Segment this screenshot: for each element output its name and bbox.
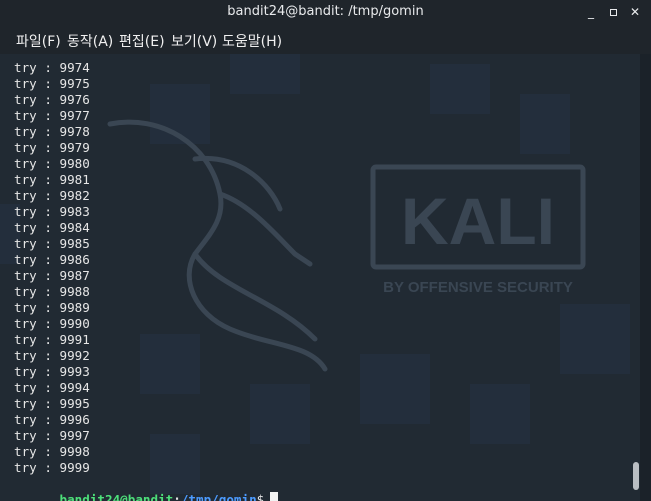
terminal-output[interactable]: KALI BY OFFENSIVE SECURITY try : 9974 try… bbox=[0, 54, 651, 501]
output-lines: try : 9974 try : 9975 try : 9976 try : 9977… bbox=[14, 60, 90, 476]
scroll-track[interactable] bbox=[640, 54, 651, 501]
scrollbar-thumb[interactable] bbox=[633, 462, 639, 490]
wallpaper-tile bbox=[520, 94, 570, 154]
minimize-button[interactable]: _ bbox=[580, 0, 602, 24]
wallpaper-tile bbox=[360, 354, 430, 424]
menu-edit[interactable]: 편집(E) bbox=[119, 31, 165, 51]
output-line: try : 9986 bbox=[14, 252, 90, 267]
wallpaper-tile bbox=[430, 64, 490, 114]
wallpaper-tile bbox=[250, 384, 310, 444]
prompt-colon: : bbox=[173, 492, 181, 501]
output-line: try : 9987 bbox=[14, 268, 90, 283]
prompt-user-host: bandit24@bandit bbox=[59, 492, 174, 501]
output-line: try : 9981 bbox=[14, 172, 90, 187]
menu-file[interactable]: 파일(F) bbox=[16, 31, 61, 51]
kali-logo: KALI BY OFFENSIVE SECURITY bbox=[370, 164, 586, 296]
output-line: try : 9974 bbox=[14, 60, 90, 75]
output-line: try : 9985 bbox=[14, 236, 90, 251]
maximize-icon bbox=[609, 9, 617, 16]
maximize-button[interactable] bbox=[602, 0, 624, 24]
shell-prompt[interactable]: bandit24@bandit:/tmp/gomin$ bbox=[14, 476, 279, 501]
terminal-window: bandit24@bandit: /tmp/gomin _ ✕ 파일(F) 동작… bbox=[0, 0, 651, 501]
output-line: try : 9979 bbox=[14, 140, 90, 155]
kali-brand-text: KALI bbox=[401, 184, 555, 258]
close-button[interactable]: ✕ bbox=[624, 0, 646, 24]
menu-action[interactable]: 동작(A) bbox=[67, 31, 113, 51]
kali-tagline-text: BY OFFENSIVE SECURITY bbox=[383, 279, 573, 296]
output-line: try : 9982 bbox=[14, 188, 90, 203]
wallpaper-tile bbox=[230, 54, 300, 94]
output-line: try : 9983 bbox=[14, 204, 90, 219]
output-line: try : 9997 bbox=[14, 428, 90, 443]
output-line: try : 9992 bbox=[14, 348, 90, 363]
output-line: try : 9993 bbox=[14, 364, 90, 379]
output-line: try : 9975 bbox=[14, 76, 90, 91]
output-line: try : 9990 bbox=[14, 316, 90, 331]
menu-help[interactable]: 도움말(H) bbox=[222, 31, 282, 51]
menu-bar: 파일(F) 동작(A) 편집(E) 보기(V) 도움말(H) bbox=[0, 26, 651, 54]
prompt-dollar: $ bbox=[256, 492, 265, 501]
output-line: try : 9996 bbox=[14, 412, 90, 427]
wallpaper-tile bbox=[470, 384, 530, 444]
output-line: try : 9995 bbox=[14, 396, 90, 411]
prompt-path: /tmp/gomin bbox=[180, 492, 257, 501]
output-line: try : 9989 bbox=[14, 300, 90, 315]
text-cursor bbox=[270, 492, 279, 501]
output-line: try : 9984 bbox=[14, 220, 90, 235]
output-line: try : 9991 bbox=[14, 332, 90, 347]
window-title: bandit24@bandit: /tmp/gomin bbox=[227, 4, 424, 19]
title-bar[interactable]: bandit24@bandit: /tmp/gomin _ ✕ bbox=[0, 0, 651, 26]
output-line: try : 9999 bbox=[14, 460, 90, 475]
output-line: try : 9998 bbox=[14, 444, 90, 459]
minimize-icon: _ bbox=[588, 5, 594, 19]
output-line: try : 9980 bbox=[14, 156, 90, 171]
output-line: try : 9988 bbox=[14, 284, 90, 299]
kali-dragon-icon bbox=[107, 119, 328, 372]
output-line: try : 9994 bbox=[14, 380, 90, 395]
close-icon: ✕ bbox=[629, 5, 641, 19]
output-line: try : 9977 bbox=[14, 108, 90, 123]
output-line: try : 9978 bbox=[14, 124, 90, 139]
output-line: try : 9976 bbox=[14, 92, 90, 107]
menu-view[interactable]: 보기(V) bbox=[171, 31, 217, 51]
